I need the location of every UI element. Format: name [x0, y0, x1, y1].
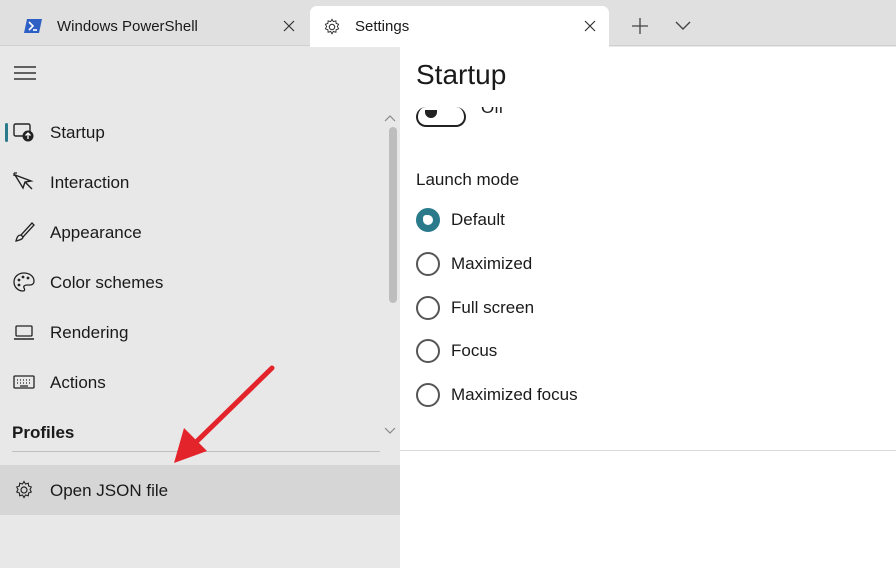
- sidebar-item-color-schemes[interactable]: Color schemes: [0, 260, 386, 304]
- sidebar-item-label: Appearance: [50, 223, 142, 242]
- scroll-up-icon[interactable]: [384, 110, 396, 122]
- tab-windows-powershell[interactable]: Windows PowerShell: [14, 6, 304, 46]
- hamburger-menu-icon[interactable]: [14, 66, 36, 80]
- radio-label: Maximized: [451, 254, 533, 273]
- scrollbar-thumb[interactable]: [389, 127, 397, 303]
- radio-button-selected[interactable]: [416, 208, 440, 232]
- open-json-file-button[interactable]: Open JSON file: [0, 465, 400, 515]
- profiles-header: Profiles: [12, 423, 75, 442]
- radio-label: Focus: [451, 341, 498, 360]
- sidebar-item-appearance[interactable]: Appearance: [0, 210, 386, 254]
- plus-icon[interactable]: [630, 16, 650, 36]
- chevron-down-icon[interactable]: [673, 18, 693, 34]
- radio-button[interactable]: [416, 339, 440, 363]
- tab-settings[interactable]: Settings: [310, 6, 609, 47]
- interaction-icon: [13, 172, 35, 192]
- startup-toggle-switch[interactable]: [416, 107, 466, 127]
- sidebar-item-interaction[interactable]: Interaction: [0, 160, 386, 204]
- sidebar-item-startup[interactable]: Startup: [0, 110, 386, 154]
- sidebar-item-actions[interactable]: Actions: [0, 360, 386, 404]
- close-icon[interactable]: [581, 17, 599, 35]
- radio-option-maximized[interactable]: Maximized: [416, 251, 532, 277]
- scroll-down-icon[interactable]: [384, 423, 396, 434]
- tab-title: Settings: [355, 18, 410, 35]
- sidebar: Startup Interaction Appearance Color sch…: [0, 47, 400, 568]
- gear-icon: [14, 480, 34, 500]
- page-title: Startup: [416, 59, 507, 90]
- tab-bar: Windows PowerShell Settings: [0, 0, 896, 47]
- tab-title: Windows PowerShell: [57, 17, 198, 35]
- close-icon[interactable]: [280, 17, 298, 35]
- laptop-icon: [13, 322, 35, 342]
- startup-icon: [13, 122, 35, 142]
- toggle-state-label: Off: [481, 107, 504, 117]
- radio-option-full-screen[interactable]: Full screen: [416, 295, 534, 321]
- footer-area: [400, 450, 896, 568]
- radio-button[interactable]: [416, 296, 440, 320]
- sidebar-item-label: Interaction: [50, 173, 130, 192]
- scroll-clip: [400, 99, 896, 107]
- radio-option-maximized-focus[interactable]: Maximized focus: [416, 382, 578, 408]
- divider: [12, 451, 380, 452]
- sidebar-item-rendering[interactable]: Rendering: [0, 310, 386, 354]
- sidebar-item-label: Startup: [50, 123, 105, 142]
- radio-option-focus[interactable]: Focus: [416, 338, 497, 364]
- radio-button[interactable]: [416, 252, 440, 276]
- radio-label: Full screen: [451, 298, 535, 317]
- keyboard-icon: [13, 372, 35, 392]
- sidebar-item-label: Color schemes: [50, 273, 164, 292]
- radio-label: Default: [451, 210, 505, 229]
- sidebar-item-label: Actions: [50, 373, 106, 392]
- powershell-icon: [24, 17, 42, 35]
- sidebar-item-label: Rendering: [50, 323, 129, 342]
- palette-icon: [13, 272, 35, 292]
- brush-icon: [13, 222, 35, 242]
- radio-option-default[interactable]: Default: [416, 207, 505, 233]
- launch-mode-label: Launch mode: [416, 170, 520, 189]
- radio-label: Maximized focus: [451, 385, 578, 404]
- settings-main-panel: Off Startup Launch mode Default Maximize…: [400, 47, 896, 568]
- radio-button[interactable]: [416, 383, 440, 407]
- open-json-label: Open JSON file: [50, 481, 169, 500]
- gear-icon: [323, 17, 341, 36]
